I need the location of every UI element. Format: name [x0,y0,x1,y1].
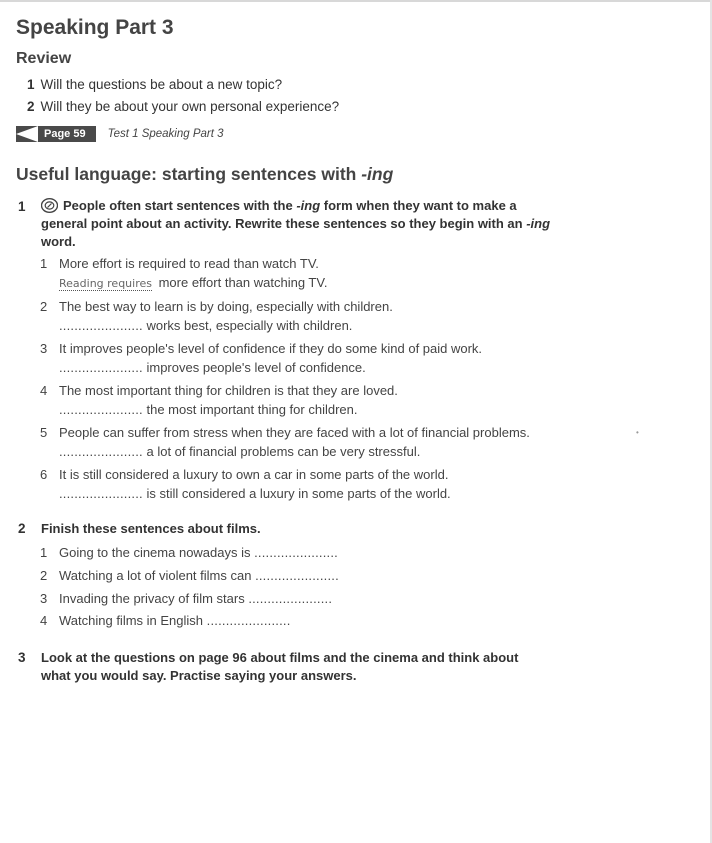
sentence-text: Going to the cinema nowadays is [59,545,255,560]
item-prompt: People can suffer from stress when they … [59,425,530,440]
answer-line: ...................... a lot of financia… [59,444,420,459]
item-number: 1 [40,545,48,560]
instruction-text: People often start sentences with the [63,198,297,213]
useful-heading-main: Useful language: starting sentences with [16,164,362,184]
page-reference-text: Test 1 Speaking Part 3 [107,128,224,140]
task-number: 1 [18,199,26,214]
task-instruction-line: People often start sentences with the -i… [40,197,550,215]
item-number: 5 [40,425,48,440]
back-arrow-icon [16,126,38,142]
answer-rest: is still considered a luxury in some par… [142,486,451,501]
page-tab-label: Page 59 [44,128,86,140]
answer-blank[interactable]: ...................... [59,402,143,417]
answer-rest: works best, especially with children. [142,318,353,333]
task-instruction: Finish these sentences about films. [41,521,261,536]
instruction-text: form when they want to make a [320,198,517,213]
item-number: 3 [40,591,48,606]
item-prompt: The most important thing for children is… [59,383,398,398]
answer-rest: the most important thing for children. [142,402,358,417]
answer-line: Reading requires more effort than watchi… [59,275,328,291]
review-item-number: 1 [27,77,35,92]
sentence-text: Watching films in English [59,613,207,628]
answer-blank[interactable]: ...................... [59,486,143,501]
review-item: 2 Will they be about your own personal ex… [27,99,339,114]
instruction-em: -ing [526,216,551,231]
task-instruction: People often start sentences with the -i… [40,197,550,251]
sentence-starter: Watching films in English ..............… [59,613,291,628]
item-number: 4 [40,383,48,398]
review-item-text: Will the questions be about a new topic? [40,77,283,92]
example-answer: Reading requires [59,277,152,291]
item-number: 1 [40,256,48,271]
page-tab[interactable]: Page 59 [16,126,96,142]
instruction-em: -ing [296,198,321,213]
sentence-starter: Going to the cinema nowadays is ........… [59,545,338,560]
answer-line: ...................... is still consider… [59,486,451,501]
page-title: Speaking Part 3 [16,16,174,39]
task-instruction-line: word. [41,234,76,249]
task-number: 2 [18,521,26,536]
task-instruction-line: general point about an activity. Rewrite… [41,215,550,233]
task-instruction-line: what you would say. Practise saying your… [41,668,357,683]
item-prompt: The best way to learn is by doing, espec… [59,299,393,314]
answer-line: ...................... works best, espec… [59,318,352,333]
answer-blank[interactable]: ...................... [248,591,332,606]
item-prompt: It is still considered a luxury to own a… [59,467,449,482]
task-number: 3 [18,650,26,665]
answer-blank[interactable]: ...................... [255,568,339,583]
answer-rest: more effort than watching TV. [154,275,328,290]
page-reference: Page 59 Test 1 Speaking Part 3 [16,126,224,142]
sentence-starter: Watching a lot of violent films can ....… [59,568,339,583]
review-item-text: Will they be about your own personal exp… [40,99,340,114]
answer-rest: improves people's level of confidence. [142,360,366,375]
answer-blank[interactable]: ...................... [254,545,338,560]
review-item: 1 Will the questions be about a new topic… [27,77,282,92]
answer-rest: a lot of financial problems can be very … [142,444,421,459]
scan-speck: • [636,428,639,437]
item-number: 2 [40,299,48,314]
task-instruction: Look at the questions on page 96 about f… [41,649,518,685]
item-prompt: It improves people's level of confidence… [59,341,483,356]
item-number: 2 [40,568,48,583]
answer-blank[interactable]: ...................... [207,613,291,628]
audio-cd-icon[interactable] [40,197,59,214]
answer-blank[interactable]: ...................... [59,360,143,375]
useful-language-heading: Useful language: starting sentences with… [16,164,393,185]
instruction-text: general point about an activity. Rewrite… [41,216,527,231]
sentence-starter: Invading the privacy of film stars .....… [59,591,332,606]
answer-blank[interactable]: ...................... [59,444,143,459]
worksheet-page: Speaking Part 3 Review 1 Will the questio… [0,0,712,843]
item-number: 3 [40,341,48,356]
review-item-number: 2 [27,99,35,114]
answer-blank[interactable]: ...................... [59,318,143,333]
top-rule [0,0,712,2]
useful-heading-em: -ing [361,164,394,184]
task-instruction-line: Look at the questions on page 96 about f… [41,650,519,665]
item-number: 4 [40,613,48,628]
sentence-text: Invading the privacy of film stars [59,591,249,606]
item-prompt: More effort is required to read than wat… [59,256,319,271]
answer-line: ...................... improves people's… [59,360,366,375]
item-number: 6 [40,467,48,482]
answer-line: ...................... the most importan… [59,402,357,417]
sentence-text: Watching a lot of violent films can [59,568,256,583]
review-heading: Review [16,50,72,67]
